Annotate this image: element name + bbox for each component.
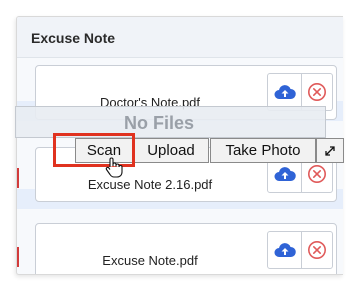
circle-x-icon xyxy=(307,82,327,102)
expand-button[interactable] xyxy=(316,138,344,163)
take-photo-button[interactable]: Take Photo xyxy=(210,138,316,163)
panel-header: Excuse Note xyxy=(17,17,343,58)
expand-arrows-icon xyxy=(323,144,337,158)
file-card: Excuse Note.pdf xyxy=(35,223,337,274)
hand-pointer-icon xyxy=(105,157,123,184)
cloud-upload-icon xyxy=(274,166,296,182)
file-name: Excuse Note.pdf xyxy=(102,253,198,268)
cloud-upload-icon xyxy=(274,242,296,258)
circle-x-icon xyxy=(307,164,327,184)
panel-title: Excuse Note xyxy=(31,30,116,46)
circle-x-icon xyxy=(307,240,327,260)
delete-button[interactable] xyxy=(301,231,333,269)
cloud-upload-icon xyxy=(274,84,296,100)
no-files-message: No Files xyxy=(123,113,194,133)
row-marker xyxy=(17,168,19,188)
row-marker xyxy=(17,247,19,267)
upload-file-button[interactable]: Upload xyxy=(133,138,209,163)
upload-button[interactable] xyxy=(267,231,302,269)
